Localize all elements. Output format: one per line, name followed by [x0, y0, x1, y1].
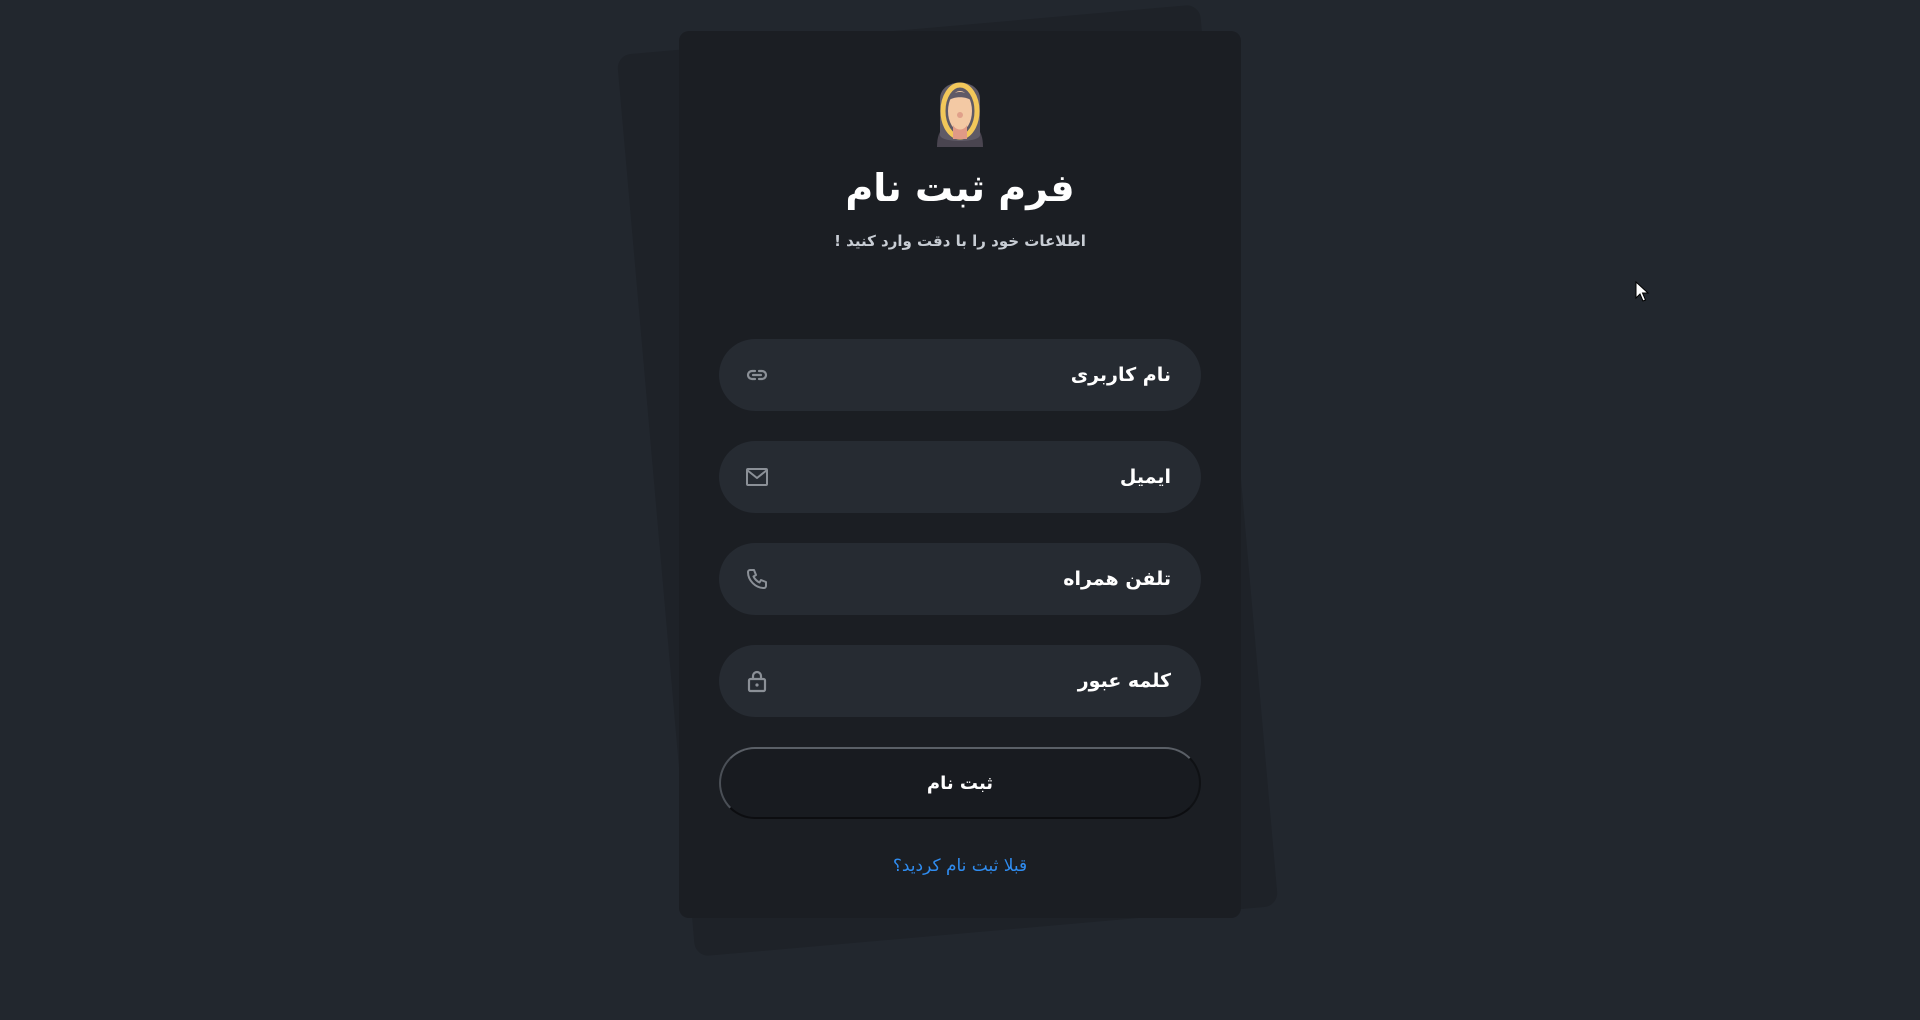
form-title: فرم ثبت نام	[845, 166, 1075, 210]
link-icon	[746, 369, 768, 381]
email-field[interactable]	[719, 441, 1201, 513]
signup-card: فرم ثبت نام اطلاعات خود را با دقت وارد ک…	[679, 31, 1241, 918]
form-subtitle: اطلاعات خود را با دقت وارد کنید !	[834, 232, 1086, 250]
username-field[interactable]	[719, 339, 1201, 411]
password-input[interactable]	[791, 645, 1171, 717]
username-input[interactable]	[791, 339, 1171, 411]
already-registered-link[interactable]: قبلا ثبت نام کردید؟	[679, 854, 1241, 878]
lock-icon	[747, 670, 767, 693]
page: فرم ثبت نام اطلاعات خود را با دقت وارد ک…	[0, 0, 1920, 1020]
mail-icon	[746, 468, 768, 486]
signup-button[interactable]: ثبت نام	[719, 747, 1201, 819]
mouse-pointer-icon	[1635, 281, 1649, 302]
phone-field[interactable]	[719, 543, 1201, 615]
phone-icon	[747, 569, 767, 589]
phone-input[interactable]	[791, 543, 1171, 615]
password-field[interactable]	[719, 645, 1201, 717]
email-input[interactable]	[791, 441, 1171, 513]
user-avatar-icon	[937, 82, 983, 147]
